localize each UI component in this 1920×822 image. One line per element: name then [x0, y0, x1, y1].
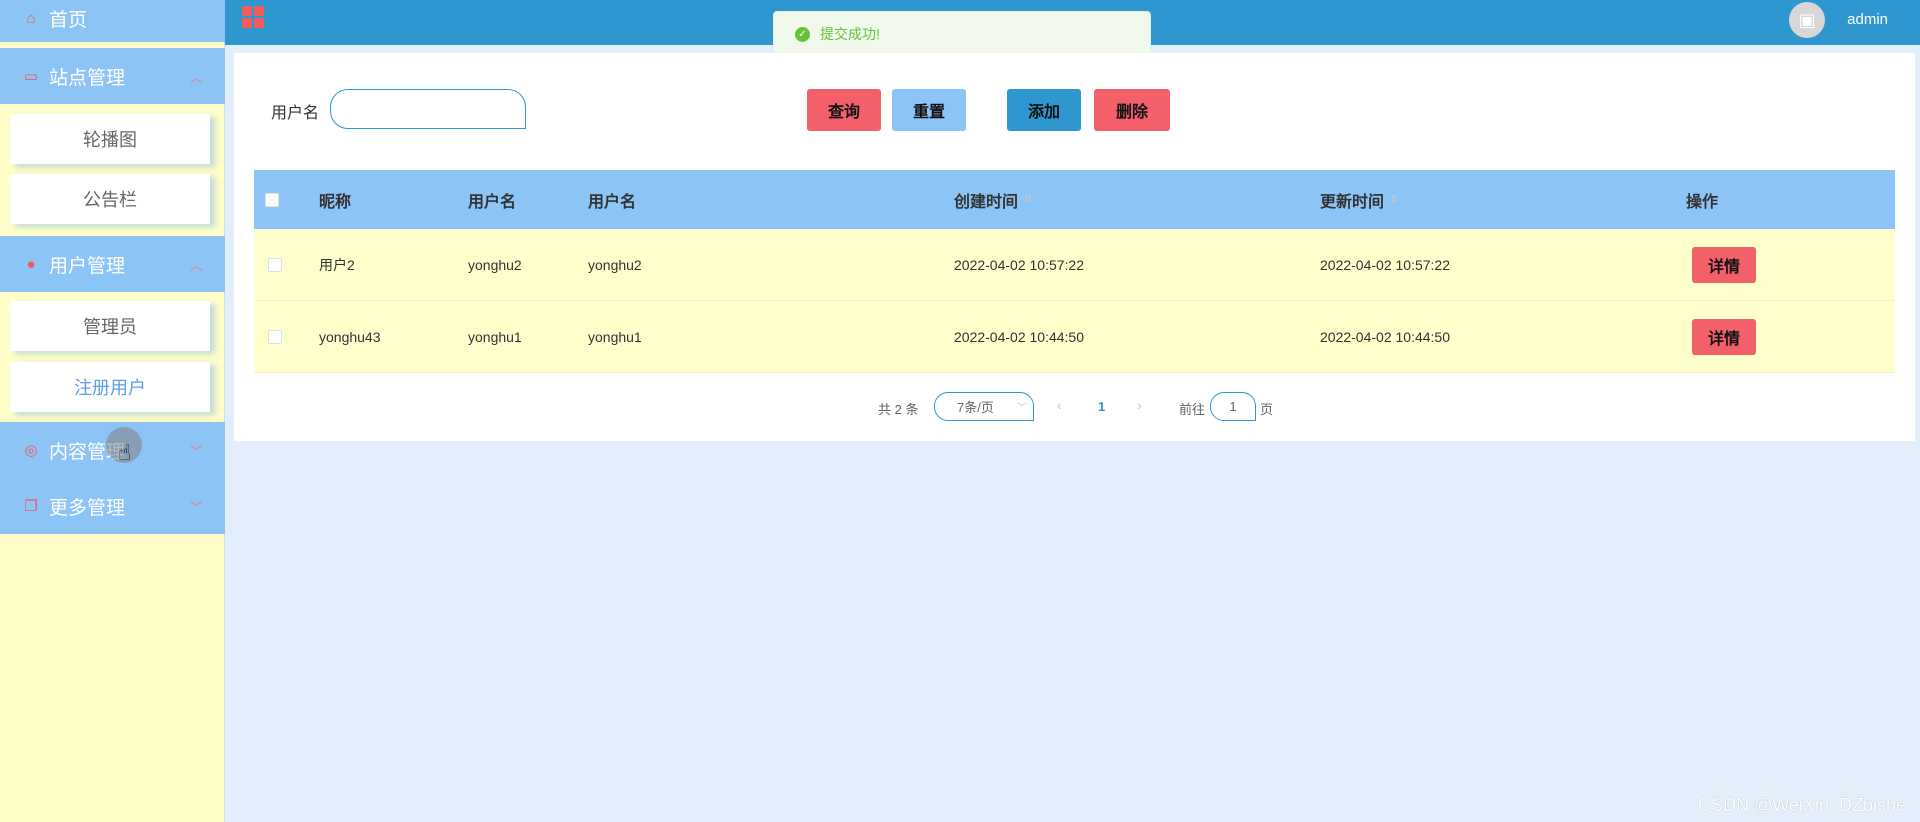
select-all-cell [265, 170, 279, 229]
row-checkbox[interactable] [268, 329, 282, 344]
menu-home-label: 首页 [49, 9, 88, 31]
table-row: yonghu43 yonghu1 yonghu1 2022-04-02 10:4… [254, 301, 1895, 373]
cell-created: 2022-04-02 10:44:50 [954, 328, 1084, 345]
sort-icon[interactable]: ⇅ [1390, 194, 1398, 205]
header-username-2: 用户名 [588, 193, 637, 211]
sidebar: ⌂ 首页 ▭ 站点管理 ︿ 轮播图 公告栏 ● 用户管理 ︿ 管理员 注册用户 … [0, 0, 225, 822]
menu-user-management[interactable]: ● 用户管理 ︿ [0, 236, 225, 292]
home-icon: ⌂ [26, 9, 36, 27]
sidebar-item-notice-board[interactable]: 公告栏 [10, 174, 210, 224]
menu-user-management-label: 用户管理 [49, 255, 126, 277]
monitor-icon: ▭ [23, 68, 39, 85]
avatar[interactable]: ▣ [1789, 2, 1825, 38]
header-updated-label: 更新时间 [1320, 193, 1385, 211]
header-username: 用户名 [468, 193, 517, 211]
hand-pointer-icon: ☝ [118, 440, 132, 465]
cell-username-2: yonghu2 [588, 256, 642, 273]
cell-nickname: yonghu43 [319, 328, 381, 345]
sidebar-item-label: 轮播图 [83, 130, 137, 150]
delete-button[interactable]: 删除 [1094, 89, 1170, 131]
search-label: 用户名 [271, 105, 320, 122]
cell-nickname: 用户2 [319, 256, 355, 273]
cell-username: yonghu2 [468, 256, 522, 273]
query-button[interactable]: 查询 [807, 89, 881, 131]
row-checkbox-cell [268, 301, 282, 372]
current-user[interactable]: admin [1847, 11, 1888, 28]
menu-site-management-label: 站点管理 [49, 67, 126, 89]
sidebar-item-admins[interactable]: 管理员 [10, 301, 210, 351]
sidebar-item-label: 公告栏 [83, 190, 137, 210]
chevron-down-icon: ﹀ [189, 443, 203, 459]
header-updated-time[interactable]: 更新时间 ⇅ [1320, 170, 1398, 229]
header-actions: 操作 [1686, 193, 1719, 211]
sort-icon[interactable]: ⇅ [1024, 194, 1032, 205]
pagination: 共 2 条 7条/页 ﹀ ‹ 1 › 前往 1 页 [234, 392, 1915, 422]
prev-page-icon[interactable]: ‹ [1057, 397, 1062, 413]
detail-button[interactable]: 详情 [1692, 318, 1756, 355]
cell-updated: 2022-04-02 10:44:50 [1320, 328, 1450, 345]
header-nickname: 昵称 [319, 193, 352, 211]
row-checkbox[interactable] [268, 257, 282, 272]
page-unit-label: 页 [1260, 402, 1274, 417]
user-icon: ● [26, 255, 36, 273]
cell-username: yonghu1 [468, 328, 522, 345]
menu-site-management[interactable]: ▭ 站点管理 ︿ [0, 48, 225, 104]
sidebar-item-registered-users[interactable]: 注册用户 [10, 362, 210, 412]
cell-updated: 2022-04-02 10:57:22 [1320, 256, 1450, 273]
sidebar-item-label: 管理员 [83, 317, 137, 337]
detail-button[interactable]: 详情 [1692, 246, 1756, 283]
pagination-total: 共 2 条 [878, 402, 919, 417]
table-row: 用户2 yonghu2 yonghu2 2022-04-02 10:57:22 … [254, 229, 1895, 301]
page-size-select[interactable]: 7条/页 ﹀ [934, 392, 1034, 421]
header-created-label: 创建时间 [954, 193, 1019, 211]
cell-actions: 详情 [1692, 229, 1756, 300]
goto-label: 前往 [1179, 402, 1206, 417]
page-size-value: 7条/页 [957, 400, 994, 415]
check-circle-icon: ✓ [795, 26, 810, 42]
table-header: 昵称 用户名 用户名 创建时间 ⇅ 更新时间 ⇅ 操作 [254, 170, 1895, 229]
next-page-icon[interactable]: › [1137, 397, 1142, 413]
menu-more-management-label: 更多管理 [49, 497, 126, 519]
username-search-input[interactable] [330, 89, 526, 129]
cell-created: 2022-04-02 10:57:22 [954, 256, 1084, 273]
chevron-up-icon: ︿ [189, 69, 203, 85]
chevron-up-icon: ︿ [189, 257, 203, 273]
main-panel: 用户名 查询 重置 添加 删除 昵称 用户名 用户名 创建时间 ⇅ 更新时间 ⇅ 操… [234, 53, 1915, 441]
toast-message: 提交成功! [820, 26, 880, 42]
header-created-time[interactable]: 创建时间 ⇅ [954, 170, 1032, 229]
cell-username-2: yonghu1 [588, 328, 642, 345]
chevron-down-icon: ﹀ [1017, 403, 1027, 414]
success-toast: ✓ 提交成功! [773, 11, 1151, 57]
menu-more-management[interactable]: ❐ 更多管理 ﹀ [0, 478, 225, 534]
copy-icon: ❐ [24, 498, 38, 515]
cell-actions: 详情 [1692, 301, 1756, 372]
sidebar-item-label: 注册用户 [74, 378, 146, 398]
grid-menu-icon[interactable] [242, 6, 264, 28]
goto-page-input[interactable]: 1 [1210, 392, 1256, 421]
select-all-checkbox[interactable] [265, 192, 279, 207]
row-checkbox-cell [268, 229, 282, 300]
users-table: 昵称 用户名 用户名 创建时间 ⇅ 更新时间 ⇅ 操作 用户2 yonghu2 yo… [254, 170, 1895, 373]
watermark: CSDN @WeiXin_DZbishe [1697, 795, 1906, 815]
menu-home[interactable]: ⌂ 首页 [0, 0, 225, 42]
chevron-down-icon: ﹀ [189, 499, 203, 515]
add-button[interactable]: 添加 [1007, 89, 1081, 131]
page-number-current[interactable]: 1 [1098, 399, 1105, 414]
content-icon: ◎ [24, 442, 38, 459]
sidebar-item-carousel[interactable]: 轮播图 [10, 114, 210, 164]
reset-button[interactable]: 重置 [892, 89, 966, 131]
